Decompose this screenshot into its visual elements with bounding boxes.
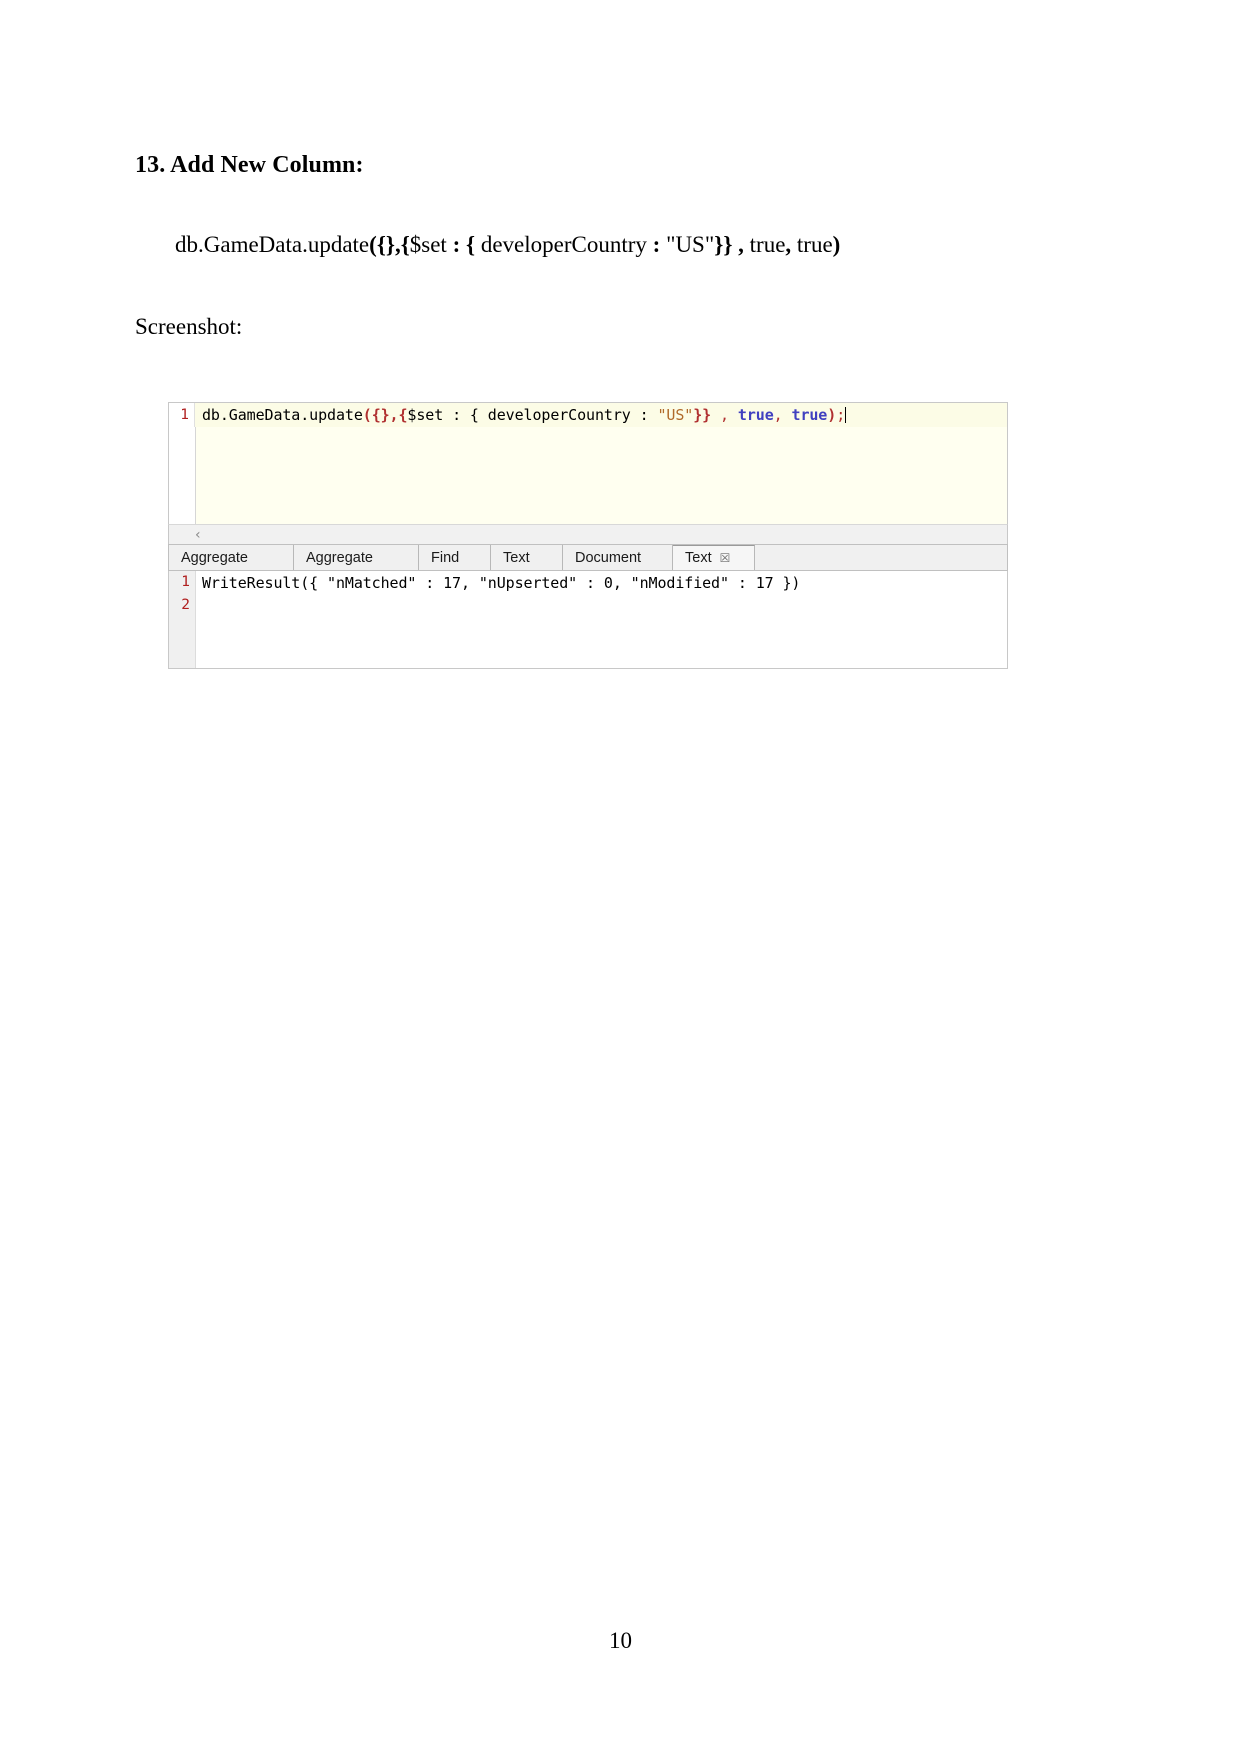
results-tab[interactable]: Find (419, 545, 491, 570)
editor-code-text[interactable]: db.GameData.update({},{$set : { develope… (195, 406, 847, 424)
results-tab[interactable]: Text (491, 545, 563, 570)
result-line-row[interactable]: 1 WriteResult({ "nMatched" : 17, "nUpsert… (169, 571, 1007, 594)
editor-token: $set : { developerCountry : (407, 406, 658, 424)
command-segment: }} , (714, 232, 744, 258)
results-tab-label: Aggregate (181, 549, 248, 566)
result-line-row[interactable]: 2 (169, 594, 1007, 617)
screenshot-label: Screenshot: (135, 314, 243, 340)
editor-token: , (773, 406, 783, 424)
tab-bar-filler (755, 545, 1007, 570)
editor-token: ({},{ (362, 406, 408, 424)
command-segment: $set (409, 232, 453, 258)
editor-token: true (737, 406, 774, 424)
horizontal-scrollbar[interactable]: ‹ (168, 524, 1008, 544)
results-tab-label: Text (503, 549, 530, 566)
editor-token: "US" (657, 406, 694, 424)
editor-line-number: 1 (169, 403, 195, 427)
editor-token: db.GameData.update (202, 406, 363, 424)
command-segment: developerCountry (475, 232, 653, 258)
embedded-ide-screenshot: 1 db.GameData.update({},{$set : { develo… (168, 402, 1008, 669)
command-segment: : { (452, 232, 476, 258)
result-line-number: 2 (181, 597, 190, 613)
results-tab-bar[interactable]: Aggregate Aggregate Find Text Document Text ☒ (168, 544, 1008, 571)
chevron-left-icon[interactable]: ‹ (169, 528, 201, 542)
command-segment: "US" (660, 232, 715, 258)
page-number: 10 (609, 1628, 632, 1653)
document-body: 13. Add New Column: db.GameData.update({… (135, 150, 1115, 342)
editor-token: true (791, 406, 828, 424)
result-line-text: WriteResult({ "nMatched" : 17, "nUpserte… (202, 573, 801, 592)
close-icon[interactable]: ☒ (720, 551, 731, 565)
result-line-number: 1 (181, 574, 190, 590)
results-tab-label: Aggregate (306, 549, 373, 566)
editor-token (711, 406, 720, 424)
editor-token (729, 406, 738, 424)
results-tab[interactable]: Document (563, 545, 673, 570)
document-page: 13. Add New Column: db.GameData.update({… (0, 0, 1241, 1754)
editor-token: ; (836, 406, 846, 424)
editor-token: , (720, 406, 729, 424)
section-heading: 13. Add New Column: (135, 152, 364, 178)
command-segment: true (743, 232, 786, 258)
mongo-command-text: db.GameData.update({},{$set : { develope… (175, 229, 1115, 260)
results-tab-label: Document (575, 549, 642, 566)
command-segment: db.GameData.update (175, 232, 370, 258)
results-panel[interactable]: 1 WriteResult({ "nMatched" : 17, "nUpsert… (168, 571, 1008, 669)
text-cursor (845, 407, 847, 423)
results-tab-active[interactable]: Text ☒ (673, 545, 755, 570)
command-segment: ({},{ (369, 232, 410, 258)
results-tab[interactable]: Aggregate (169, 545, 294, 570)
results-tab-label: Find (431, 549, 460, 566)
editor-token: }} (693, 406, 712, 424)
editor-token (783, 406, 792, 424)
command-segment: true (791, 232, 833, 258)
command-segment: ) (832, 232, 841, 258)
results-tab-label: Text (685, 550, 712, 566)
editor-line-row[interactable]: 1 db.GameData.update({},{$set : { develo… (169, 403, 1007, 427)
query-editor-panel[interactable]: 1 db.GameData.update({},{$set : { develo… (168, 402, 1008, 524)
editor-token: ) (827, 406, 837, 424)
results-tab[interactable]: Aggregate (294, 545, 419, 570)
